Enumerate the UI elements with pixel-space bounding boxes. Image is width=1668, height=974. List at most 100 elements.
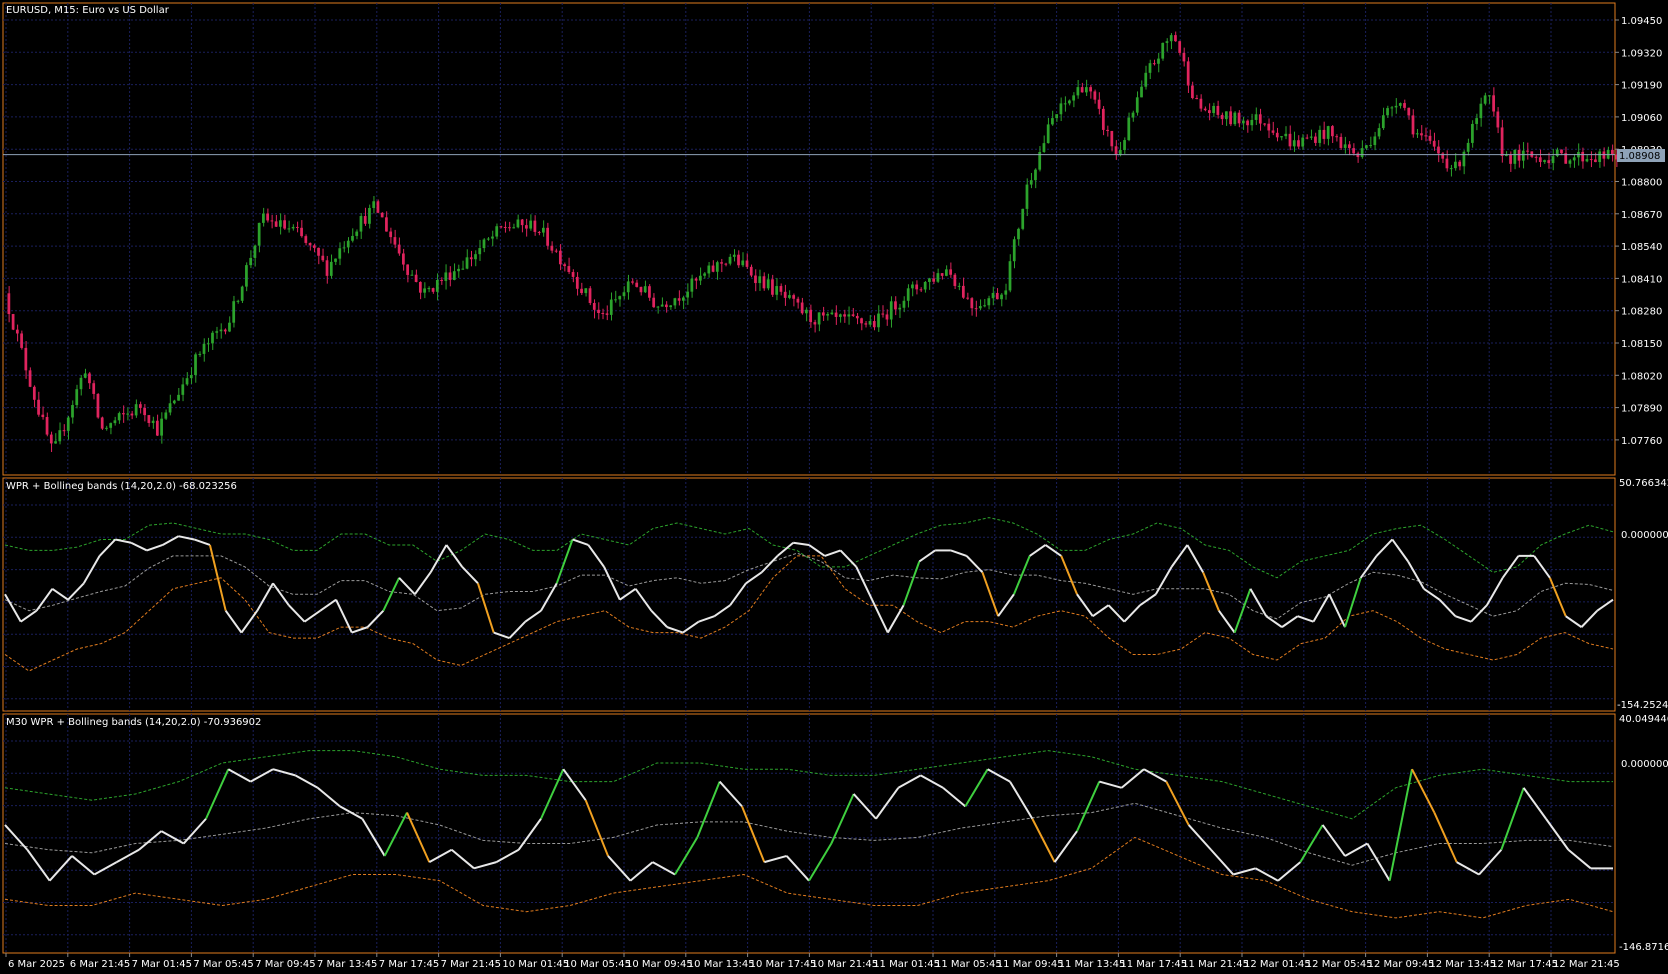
candle-body[interactable] — [537, 231, 541, 233]
candle-body[interactable] — [503, 226, 507, 228]
candle-body[interactable] — [1131, 112, 1135, 118]
candle-body[interactable] — [54, 441, 57, 444]
candle-body[interactable] — [1127, 117, 1131, 141]
candle-body[interactable] — [601, 313, 605, 315]
candle-body[interactable] — [597, 309, 600, 314]
candle-body[interactable] — [1547, 160, 1551, 164]
candle-body[interactable] — [580, 288, 583, 294]
candle-body[interactable] — [1258, 114, 1262, 124]
candle-body[interactable] — [1025, 184, 1029, 209]
candle-body[interactable] — [410, 274, 414, 276]
candle-body[interactable] — [1487, 95, 1491, 97]
candle-body[interactable] — [618, 296, 622, 300]
candle-body[interactable] — [20, 333, 23, 348]
candle-body[interactable] — [1356, 153, 1360, 158]
candle-body[interactable] — [1297, 140, 1300, 147]
candle-body[interactable] — [1161, 42, 1165, 59]
candle-body[interactable] — [762, 276, 766, 289]
candle-body[interactable] — [677, 298, 681, 301]
candle-body[interactable] — [291, 226, 295, 229]
candle-body[interactable] — [1084, 87, 1088, 93]
candle-body[interactable] — [974, 308, 978, 310]
candle-body[interactable] — [1445, 158, 1449, 169]
candle-body[interactable] — [554, 250, 558, 252]
candle-body[interactable] — [1097, 99, 1101, 109]
candle-body[interactable] — [474, 254, 477, 260]
candle-body[interactable] — [147, 415, 151, 423]
candle-body[interactable] — [1237, 112, 1241, 124]
candle-body[interactable] — [771, 279, 774, 295]
candle-body[interactable] — [987, 298, 991, 306]
candle-body[interactable] — [673, 298, 677, 306]
candle-body[interactable] — [329, 261, 333, 276]
candle-body[interactable] — [830, 312, 834, 315]
candle-body[interactable] — [1352, 148, 1355, 154]
candle-body[interactable] — [749, 266, 753, 276]
candle-body[interactable] — [444, 272, 448, 281]
candle-body[interactable] — [741, 260, 745, 266]
candle-body[interactable] — [529, 220, 533, 229]
candle-body[interactable] — [669, 305, 673, 308]
candle-body[interactable] — [1280, 136, 1283, 138]
candle-body[interactable] — [1208, 110, 1211, 114]
candle-body[interactable] — [11, 314, 15, 330]
candle-body[interactable] — [1063, 103, 1067, 105]
candle-body[interactable] — [478, 248, 482, 255]
candle-body[interactable] — [440, 279, 443, 281]
candle-body[interactable] — [105, 427, 108, 429]
candle-body[interactable] — [334, 258, 337, 262]
candle-body[interactable] — [1428, 135, 1432, 141]
candle-body[interactable] — [1008, 261, 1012, 291]
candle-body[interactable] — [949, 269, 952, 275]
candle-body[interactable] — [418, 281, 422, 293]
candle-body[interactable] — [1407, 107, 1411, 116]
candle-body[interactable] — [1288, 133, 1292, 147]
candle-body[interactable] — [1386, 108, 1389, 116]
candle-body[interactable] — [189, 375, 193, 379]
candle-body[interactable] — [1165, 41, 1169, 43]
candle-body[interactable] — [198, 353, 202, 355]
candle-body[interactable] — [783, 291, 787, 298]
candle-body[interactable] — [1051, 118, 1054, 125]
candle-body[interactable] — [957, 285, 961, 287]
candle-body[interactable] — [605, 313, 609, 315]
candle-body[interactable] — [766, 279, 770, 289]
candle-body[interactable] — [448, 272, 452, 280]
candle-body[interactable] — [452, 271, 456, 280]
candle-body[interactable] — [906, 288, 910, 301]
candle-body[interactable] — [262, 213, 265, 223]
candle-body[interactable] — [32, 386, 36, 400]
candle-body[interactable] — [1581, 151, 1585, 162]
candle-body[interactable] — [342, 247, 346, 249]
candle-body[interactable] — [24, 347, 28, 371]
candle-body[interactable] — [1004, 290, 1008, 295]
candle-body[interactable] — [1424, 135, 1428, 137]
candle-body[interactable] — [1551, 156, 1555, 164]
candle-body[interactable] — [7, 293, 11, 315]
candle-body[interactable] — [100, 417, 104, 429]
candle-body[interactable] — [1348, 144, 1351, 149]
candle-body[interactable] — [270, 220, 274, 222]
candle-body[interactable] — [1500, 127, 1504, 157]
candle-body[interactable] — [1203, 108, 1207, 111]
candle-body[interactable] — [219, 329, 223, 332]
candle-body[interactable] — [236, 300, 240, 302]
candle-body[interactable] — [711, 265, 715, 272]
candle-body[interactable] — [575, 276, 579, 289]
candle-body[interactable] — [1475, 118, 1479, 124]
candle-body[interactable] — [885, 314, 889, 320]
candle-body[interactable] — [698, 275, 702, 281]
candle-body[interactable] — [1530, 151, 1534, 157]
candle-body[interactable] — [41, 414, 45, 418]
candle-body[interactable] — [690, 278, 694, 292]
candle-body[interactable] — [919, 289, 923, 291]
candle-body[interactable] — [1267, 123, 1271, 131]
candle-body[interactable] — [546, 227, 549, 246]
candle-body[interactable] — [643, 286, 647, 293]
candle-body[interactable] — [1254, 114, 1258, 120]
candle-body[interactable] — [1229, 111, 1232, 125]
candle-body[interactable] — [465, 257, 469, 269]
candle-body[interactable] — [406, 264, 409, 275]
candle-body[interactable] — [635, 282, 639, 287]
candle-body[interactable] — [122, 413, 125, 415]
